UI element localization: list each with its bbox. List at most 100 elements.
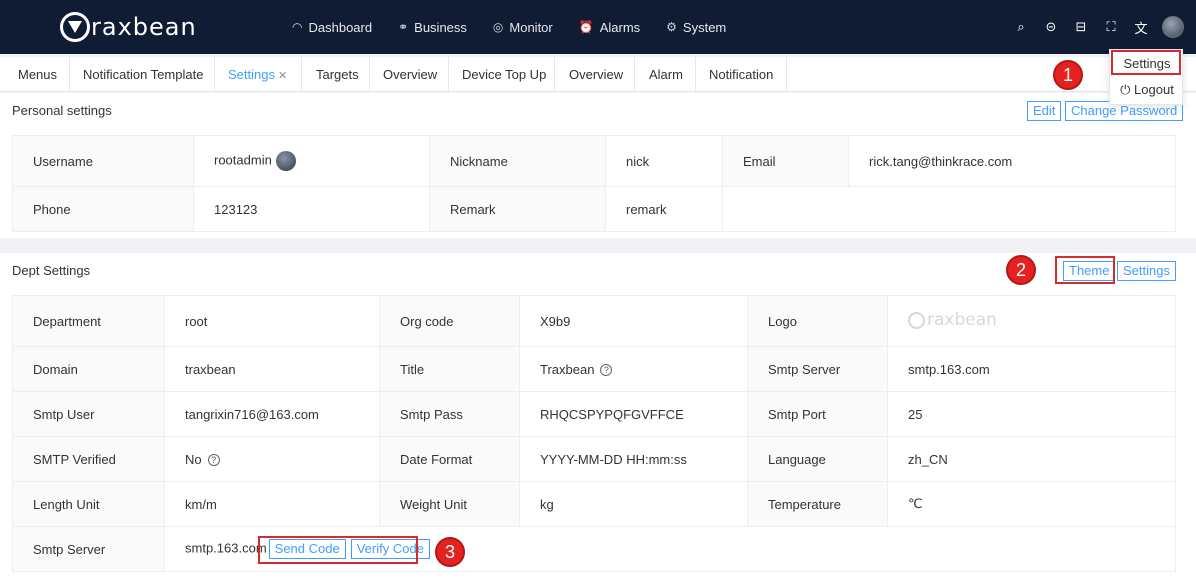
theme-button[interactable]: Theme <box>1063 261 1116 281</box>
remark-label: Remark <box>429 186 606 232</box>
temperature-value: ℃ <box>887 481 1176 527</box>
table-row: Smtp User tangrixin716@163.com Smtp Pass… <box>12 391 1176 437</box>
tab-settings[interactable]: Settings ✕ <box>228 57 287 92</box>
tab-notification[interactable]: Notification <box>709 57 773 92</box>
tab-divider <box>634 57 635 92</box>
annotation-badge-1: 1 <box>1053 60 1083 90</box>
menu-item-settings[interactable]: Settings <box>1110 52 1184 76</box>
nav-business[interactable]: ⚭ Business <box>398 20 467 35</box>
tab-divider <box>448 57 449 92</box>
tab-divider <box>214 57 215 92</box>
department-value: root <box>164 295 380 347</box>
search-icon[interactable]: ⌕ <box>1014 19 1028 35</box>
personal-settings-panel: Personal settings Edit Change Password U… <box>0 93 1196 238</box>
domain-value: traxbean <box>164 346 380 392</box>
nav-system[interactable]: ⚙ System <box>666 20 726 35</box>
translate-icon[interactable]: ⽂ <box>1134 18 1148 37</box>
help-icon[interactable]: ? <box>600 364 613 377</box>
tab-overview-2[interactable]: Overview <box>569 57 623 92</box>
tab-device-top-up[interactable]: Device Top Up <box>462 57 546 92</box>
length-unit-value: km/m <box>164 481 380 527</box>
smtp-server-value: smtp.163.com <box>887 346 1176 392</box>
nav-monitor[interactable]: ◎ Monitor <box>493 20 553 35</box>
nav-monitor-label: Monitor <box>509 19 553 35</box>
nav-alarms-label: Alarms <box>599 19 641 35</box>
dept-settings-table: Department root Org code X9b9 Logo raxbe… <box>12 295 1176 572</box>
remark-value: remark <box>605 186 723 232</box>
smtp-verified-label: SMTP Verified <box>12 436 165 482</box>
nav-dashboard-label: Dashboard <box>308 19 373 35</box>
tab-targets[interactable]: Targets <box>316 57 359 92</box>
tab-overview[interactable]: Overview <box>383 57 437 92</box>
avatar <box>275 151 296 171</box>
smtp-port-value: 25 <box>887 391 1176 437</box>
edit-button[interactable]: Edit <box>1027 101 1062 121</box>
tab-divider <box>301 57 302 92</box>
length-unit-label: Length Unit <box>12 481 165 527</box>
smtp-server-label: Smtp Server <box>747 346 888 392</box>
username-label: Username <box>12 135 194 187</box>
help-icon[interactable]: ? <box>207 454 220 467</box>
table-row: Length Unit km/m Weight Unit kg Temperat… <box>12 481 1176 527</box>
table-row: SMTP Verified No? Date Format YYYY-MM-DD… <box>12 436 1176 482</box>
phone-value: 123123 <box>193 186 430 232</box>
fullscreen-icon[interactable]: ⛶ <box>1104 19 1118 35</box>
smtp-verified-text: No <box>185 451 202 467</box>
annotation-badge-3: 3 <box>435 537 465 567</box>
nickname-label: Nickname <box>429 135 606 187</box>
menu-item-logout[interactable]: ⏻ Logout <box>1110 78 1184 102</box>
tab-divider <box>695 57 696 92</box>
dept-settings-title: Dept Settings <box>12 263 91 278</box>
table-row: Department root Org code X9b9 Logo raxbe… <box>12 295 1176 347</box>
smtp-pass-label: Smtp Pass <box>379 391 520 437</box>
tab-alarm[interactable]: Alarm <box>649 57 683 92</box>
dept-settings-panel: Dept Settings Theme Settings Department … <box>0 253 1196 585</box>
alarm-clock-icon: ⏰ <box>578 20 594 34</box>
smtp-user-label: Smtp User <box>12 391 165 437</box>
chat-icon[interactable]: ⊝ <box>1044 19 1058 35</box>
language-label: Language <box>747 436 888 482</box>
dept-logo-text: raxbean <box>927 310 997 331</box>
table-row: Username rootadmin Nickname nick Email r… <box>12 135 1176 187</box>
dept-settings-button[interactable]: Settings <box>1117 261 1176 281</box>
language-value: zh_CN <box>887 436 1176 482</box>
nav-business-label: Business <box>414 19 467 35</box>
table-row: Phone 123123 Remark remark <box>12 186 1176 232</box>
lock-icon[interactable]: ⊟ <box>1074 19 1088 35</box>
verify-code-button[interactable]: Verify Code <box>350 539 430 559</box>
title-text: Traxbean <box>540 361 595 377</box>
top-navbar: raxbean ◠ Dashboard ⚭ Business ◎ Monitor ⏰ A… <box>0 0 1196 54</box>
personal-settings-table: Username rootadmin Nickname nick Email r… <box>12 135 1176 232</box>
nav-alarms[interactable]: ⏰ Alarms <box>579 20 640 35</box>
email-label: Email <box>722 135 849 187</box>
smtp-server-label-2: Smtp Server <box>12 526 165 572</box>
app-logo[interactable]: raxbean <box>60 10 197 44</box>
table-row: Domain traxbean Title Traxbean? Smtp Ser… <box>12 346 1176 392</box>
org-code-value: X9b9 <box>519 295 748 347</box>
phone-label: Phone <box>12 186 194 232</box>
user-avatar[interactable] <box>1162 16 1184 38</box>
smtp-server-test-cell: smtp.163.com Send Code Verify Code <box>164 526 1176 572</box>
annotation-badge-2: 2 <box>1006 255 1036 285</box>
tab-menus[interactable]: Menus <box>18 57 57 92</box>
tab-divider <box>554 57 555 92</box>
username-text: rootadmin <box>214 152 272 168</box>
tab-notification-template[interactable]: Notification Template <box>83 57 203 92</box>
personal-settings-title: Personal settings <box>12 103 112 118</box>
logo-text: raxbean <box>91 13 197 41</box>
department-label: Department <box>12 295 165 347</box>
close-icon[interactable]: ✕ <box>278 70 287 82</box>
temperature-label: Temperature <box>747 481 888 527</box>
empty-cell <box>722 186 1176 232</box>
monitor-icon: ◎ <box>492 20 504 34</box>
tab-divider <box>369 57 370 92</box>
business-icon: ⚭ <box>398 20 409 34</box>
user-dropdown-menu: Settings ⏻ Logout <box>1109 49 1183 105</box>
org-code-label: Org code <box>379 295 520 347</box>
logo-label: Logo <box>747 295 888 347</box>
title-label: Title <box>379 346 520 392</box>
smtp-pass-value: RHQCSPYPQFGVFFCE <box>519 391 748 437</box>
username-value: rootadmin <box>193 135 430 187</box>
nav-dashboard[interactable]: ◠ Dashboard <box>292 20 372 35</box>
send-code-button[interactable]: Send Code <box>268 539 346 559</box>
